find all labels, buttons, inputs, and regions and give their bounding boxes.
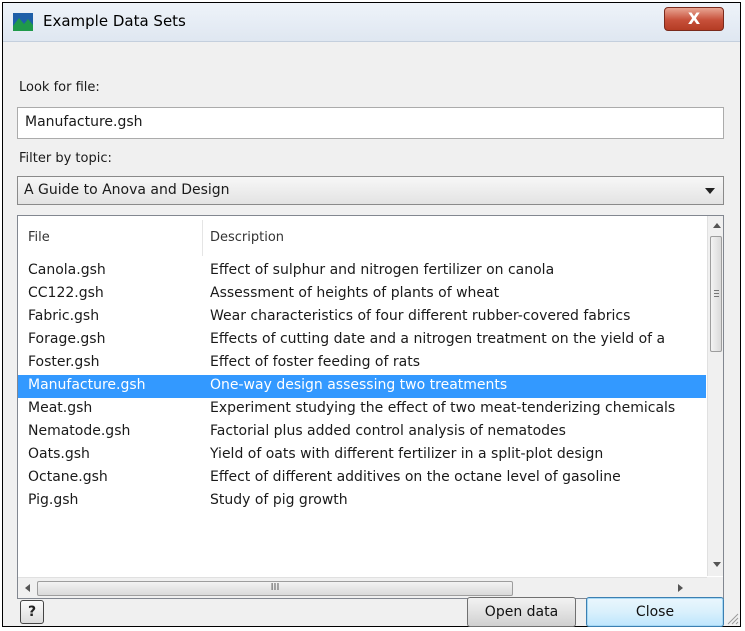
file-name-cell: Oats.gsh	[28, 446, 90, 462]
file-name-cell: Pig.gsh	[28, 492, 79, 508]
grip-line	[714, 290, 719, 291]
file-name-cell: Manufacture.gsh	[28, 377, 146, 393]
look-for-file-input[interactable]: Manufacture.gsh	[17, 107, 724, 139]
resize-grip-icon[interactable]	[725, 611, 739, 625]
title-bar[interactable]: Example Data Sets X	[3, 3, 740, 42]
list-item[interactable]: Meat.gsh Experiment studying the effect o…	[18, 398, 706, 421]
file-name-cell: Forage.gsh	[28, 331, 106, 347]
list-item[interactable]: Canola.gsh Effect of sulphur and nitrogen…	[18, 260, 706, 283]
description-cell: Effect of sulphur and nitrogen fertilize…	[210, 262, 555, 278]
list-item[interactable]: CC122.gsh Assessment of heights of plants…	[18, 283, 706, 306]
file-name-cell: CC122.gsh	[28, 285, 104, 301]
grip-line	[714, 296, 719, 297]
list-item[interactable]: Oats.gsh Yield of oats with different fer…	[18, 444, 706, 467]
scroll-up-arrow-icon[interactable]	[713, 223, 721, 228]
scroll-down-arrow-icon[interactable]	[713, 562, 721, 567]
data-sets-list[interactable]: File Description Canola.gsh Effect of sul…	[17, 215, 724, 599]
filter-by-topic-label: Filter by topic:	[19, 151, 112, 166]
file-name-cell: Octane.gsh	[28, 469, 108, 485]
window-title: Example Data Sets	[43, 12, 186, 30]
file-name-cell: Nematode.gsh	[28, 423, 131, 439]
horizontal-scroll-thumb[interactable]: III	[37, 581, 513, 596]
chart-area-icon	[13, 13, 33, 31]
window-close-button[interactable]: X	[664, 7, 724, 31]
file-name-cell: Canola.gsh	[28, 262, 106, 278]
list-item[interactable]: Foster.gsh Effect of foster feeding of ra…	[18, 352, 706, 375]
filter-by-topic-dropdown[interactable]: A Guide to Anova and Design	[17, 176, 724, 205]
description-cell: Effect of different additives on the oct…	[210, 469, 621, 485]
scroll-left-arrow-icon[interactable]	[25, 584, 30, 592]
list-item[interactable]: Forage.gsh Effects of cutting date and a …	[18, 329, 706, 352]
list-item[interactable]: Manufacture.gsh One-way design assessing …	[18, 375, 706, 398]
grip-line	[714, 293, 719, 294]
close-button[interactable]: Close	[586, 597, 724, 627]
horizontal-scrollbar[interactable]: III	[18, 577, 707, 598]
column-header-file[interactable]: File	[28, 230, 50, 245]
open-data-button[interactable]: Open data	[467, 597, 576, 627]
help-button[interactable]: ?	[20, 600, 44, 624]
description-cell: Effects of cutting date and a nitrogen t…	[210, 331, 666, 347]
description-cell: Assessment of heights of plants of wheat	[210, 285, 500, 301]
list-item[interactable]: Nematode.gsh Factorial plus added control…	[18, 421, 706, 444]
description-cell: Experiment studying the effect of two me…	[210, 400, 676, 416]
file-name-cell: Meat.gsh	[28, 400, 93, 416]
list-item[interactable]: Pig.gsh Study of pig growth	[18, 490, 706, 513]
file-name-cell: Foster.gsh	[28, 354, 100, 370]
example-data-sets-dialog: Example Data Sets X Look for file: Manuf…	[2, 2, 741, 627]
column-divider[interactable]	[202, 220, 203, 256]
description-cell: Yield of oats with different fertilizer …	[210, 446, 604, 462]
look-for-file-label: Look for file:	[19, 80, 100, 95]
description-cell: Wear characteristics of four different r…	[210, 308, 631, 324]
scrollbar-corner	[707, 577, 723, 598]
chevron-down-icon[interactable]	[705, 188, 715, 194]
list-item[interactable]: Octane.gsh Effect of different additives …	[18, 467, 706, 490]
scroll-right-arrow-icon[interactable]	[678, 584, 683, 592]
description-cell: Effect of foster feeding of rats	[210, 354, 420, 370]
list-item[interactable]: Fabric.gsh Wear characteristics of four d…	[18, 306, 706, 329]
file-name-cell: Fabric.gsh	[28, 308, 100, 324]
column-header-description[interactable]: Description	[210, 230, 284, 245]
filter-selected-value: A Guide to Anova and Design	[24, 182, 230, 198]
vertical-scroll-thumb[interactable]	[710, 236, 722, 352]
description-cell: Study of pig growth	[210, 492, 348, 508]
list-rows: Canola.gsh Effect of sulphur and nitrogen…	[18, 260, 706, 513]
vertical-scrollbar[interactable]	[707, 216, 723, 576]
description-cell: One-way design assessing two treatments	[210, 377, 508, 393]
list-header: File Description	[18, 216, 706, 260]
description-cell: Factorial plus added control analysis of…	[210, 423, 566, 439]
